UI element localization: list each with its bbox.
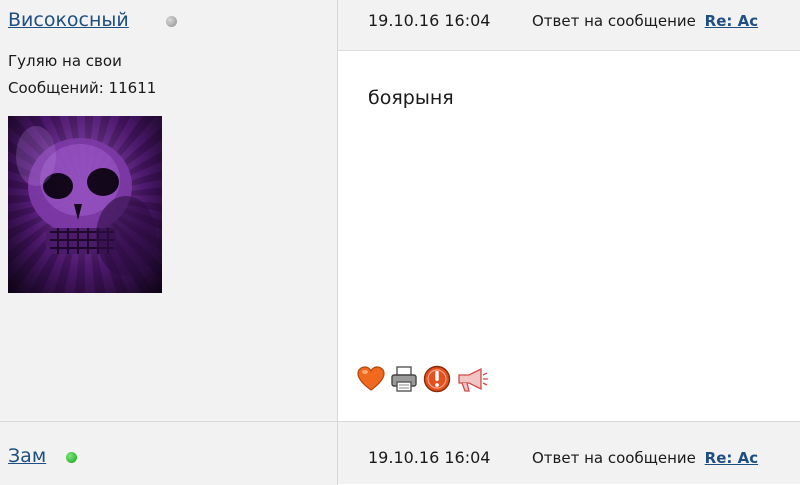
post-header: 19.10.16 16:04 Ответ на сообщение Re: Ac (338, 422, 800, 484)
message-count: Сообщений: 11611 (8, 79, 157, 97)
megaphone-icon[interactable] (455, 364, 488, 394)
reply-prefix: Ответ на сообщение (532, 449, 696, 467)
author-link[interactable]: Зам (8, 445, 46, 467)
avatar (8, 116, 162, 293)
post-author-panel: Високосный Гуляю на свои Сообщений: 1161… (0, 0, 338, 421)
reply-prefix: Ответ на сообщение (532, 12, 696, 30)
heart-icon[interactable] (356, 364, 386, 394)
reply-info: Ответ на сообщение Re: Ac (532, 449, 758, 467)
forum-post: Зам 19.10.16 16:04 Ответ на сообщение Re… (0, 421, 800, 485)
reply-link[interactable]: Re: Ac (705, 449, 758, 467)
author-link[interactable]: Високосный (8, 9, 129, 31)
warning-icon[interactable] (422, 364, 452, 394)
printer-icon[interactable] (389, 364, 419, 394)
post-header: 19.10.16 16:04 Ответ на сообщение Re: Ac (338, 0, 800, 51)
post-author-panel: Зам (0, 422, 338, 485)
post-body: боярыня (338, 51, 800, 421)
post-date: 19.10.16 16:04 (368, 11, 491, 30)
reply-link[interactable]: Re: Ac (705, 12, 758, 30)
skull-avatar-image (16, 126, 156, 276)
post-date: 19.10.16 16:04 (368, 448, 491, 467)
message-text: боярыня (368, 87, 454, 109)
reply-info: Ответ на сообщение Re: Ac (532, 12, 758, 30)
forum-post: Високосный Гуляю на свои Сообщений: 1161… (0, 0, 800, 421)
user-title: Гуляю на свои (8, 52, 122, 70)
offline-status-icon (166, 16, 177, 27)
online-status-icon (66, 452, 77, 463)
